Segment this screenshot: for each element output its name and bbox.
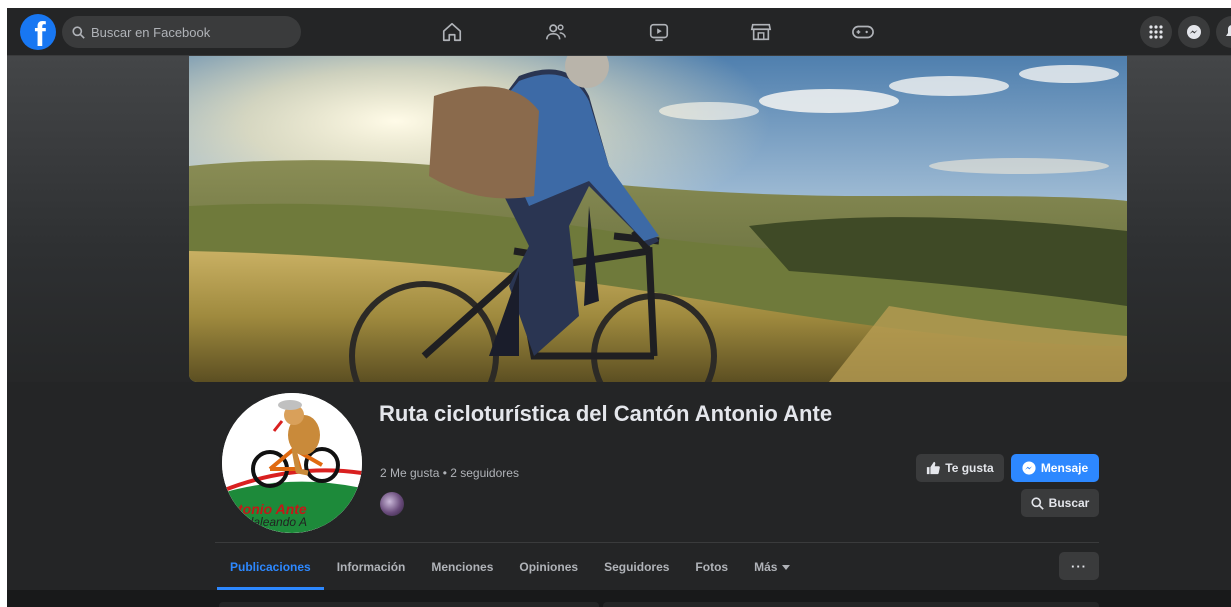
- messenger-icon[interactable]: [1178, 16, 1210, 48]
- thumbs-up-icon: [927, 461, 941, 475]
- tab-mas[interactable]: Más: [741, 544, 803, 590]
- facebook-logo-letter: f: [34, 16, 46, 50]
- cover-photo-illustration: [189, 56, 1127, 382]
- page-title: Ruta cicloturística del Cantón Antonio A…: [379, 401, 833, 426]
- tab-label: Seguidores: [604, 560, 670, 574]
- facebook-logo[interactable]: f: [20, 14, 56, 50]
- top-navigation-bar: f: [7, 8, 1231, 56]
- like-button-label: Te gusta: [945, 461, 994, 475]
- page-stats[interactable]: 2 Me gusta • 2 seguidores: [380, 466, 519, 480]
- tab-label: Opiniones: [519, 560, 579, 574]
- friends-icon[interactable]: [544, 20, 568, 44]
- tab-fotos[interactable]: Fotos: [682, 544, 741, 590]
- tab-seguidores[interactable]: Seguidores: [591, 544, 682, 590]
- tab-label: Fotos: [695, 560, 729, 574]
- search-input[interactable]: [91, 24, 281, 40]
- cover-photo[interactable]: [189, 56, 1127, 382]
- caret-down-icon: [782, 564, 791, 570]
- menu-grid-icon[interactable]: [1140, 16, 1172, 48]
- tab-menciones[interactable]: Menciones: [418, 544, 506, 590]
- tab-label: Menciones: [431, 560, 494, 574]
- messenger-bubble-icon: [1187, 25, 1201, 39]
- grid-dots-icon: [1149, 25, 1163, 39]
- messenger-icon: [1022, 461, 1036, 475]
- home-icon-glyph: [442, 22, 462, 42]
- tab-label: Información: [336, 560, 406, 574]
- message-button[interactable]: Mensaje: [1011, 454, 1099, 482]
- header-divider: [215, 542, 1099, 543]
- tab-label: Más: [754, 560, 778, 574]
- screenshot-frame: tonio Ante edaleando A Ruta cicloturísti…: [0, 0, 1231, 607]
- notifications-icon[interactable]: [1216, 16, 1231, 48]
- like-page-button[interactable]: Te gusta: [916, 454, 1004, 482]
- tab-publicaciones[interactable]: Publicaciones: [217, 544, 324, 590]
- tab-informacion[interactable]: Información: [324, 544, 419, 590]
- friends-icon-glyph: [546, 24, 566, 40]
- composer-card: [603, 602, 1099, 607]
- watch-icon-glyph: [649, 23, 669, 42]
- page-profile-picture[interactable]: tonio Ante edaleando A: [219, 390, 365, 536]
- home-icon[interactable]: [440, 20, 464, 44]
- watch-icon[interactable]: [647, 20, 671, 44]
- gaming-icon-glyph: [852, 25, 874, 39]
- search-icon: [1031, 496, 1044, 510]
- marketplace-icon[interactable]: [749, 20, 773, 44]
- message-button-label: Mensaje: [1040, 461, 1089, 475]
- bell-icon: [1226, 25, 1231, 36]
- more-options-button[interactable]: ···: [1059, 552, 1099, 580]
- tab-label: Publicaciones: [230, 560, 311, 574]
- search-icon: [72, 25, 85, 39]
- search-page-button[interactable]: Buscar: [1021, 489, 1099, 517]
- follower-avatar[interactable]: [380, 492, 404, 516]
- gaming-icon[interactable]: [851, 20, 875, 44]
- marketplace-icon-glyph: [750, 23, 772, 41]
- tab-opiniones[interactable]: Opiniones: [506, 544, 591, 590]
- search-button-label: Buscar: [1048, 496, 1090, 510]
- avatar-logo-subtext: edaleando A: [240, 515, 307, 529]
- search-box[interactable]: [62, 16, 301, 48]
- facebook-app: tonio Ante edaleando A Ruta cicloturísti…: [7, 8, 1231, 607]
- intro-card: [219, 602, 599, 607]
- page-tabs: Publicaciones Información Menciones Opin…: [217, 544, 803, 590]
